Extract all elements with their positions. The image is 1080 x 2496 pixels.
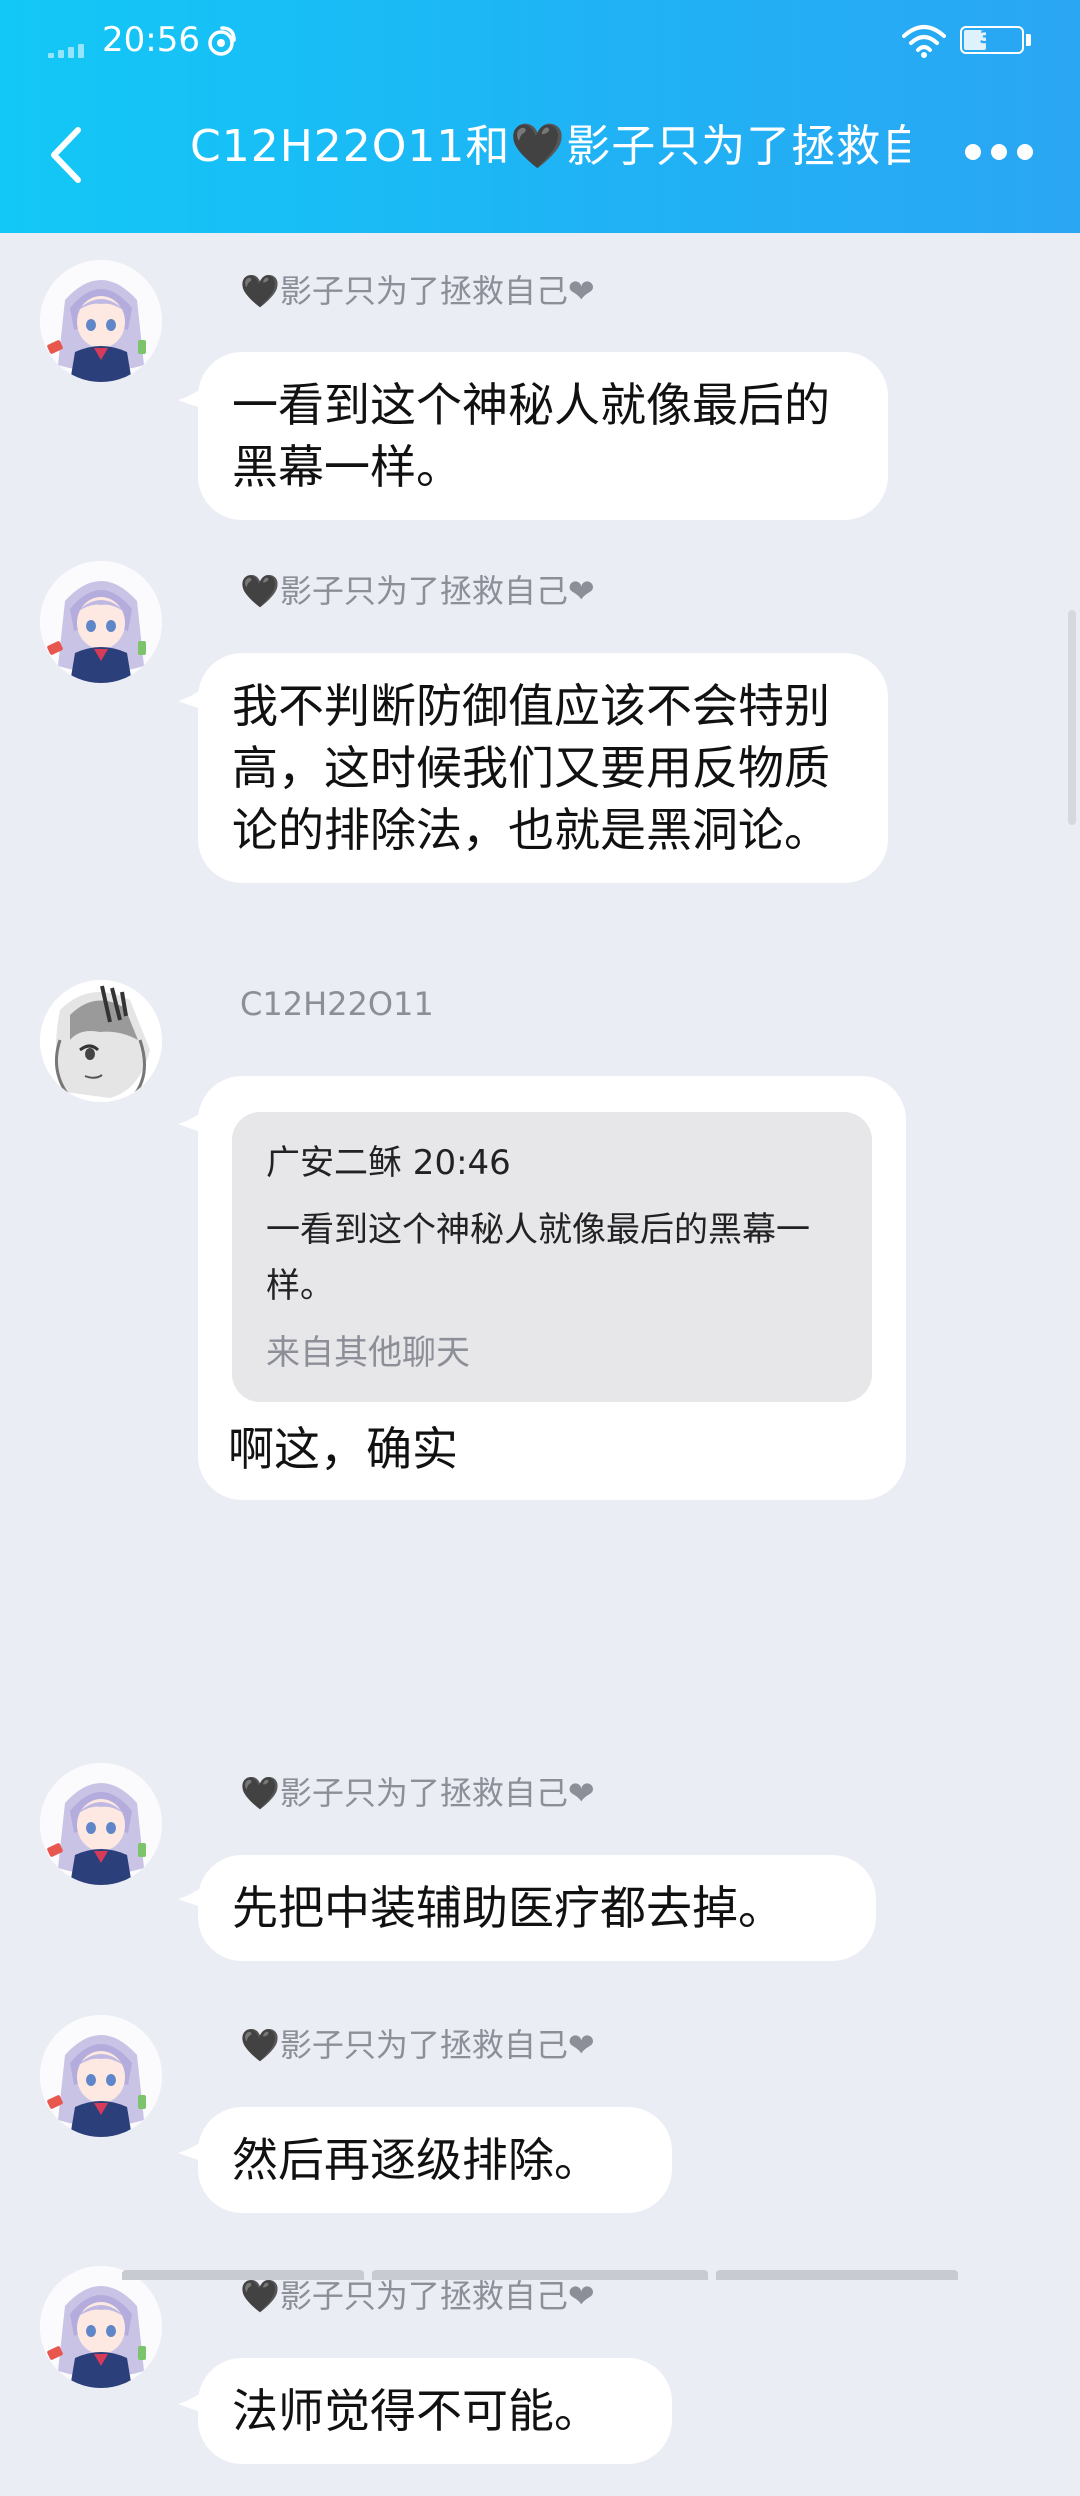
message-bubble[interactable]: 一看到这个神秘人就像最后的黑幕一样。 (198, 352, 888, 520)
message-item: C12H22O11 广安二稣 20:46 一看到这个神秘人就像最后的黑幕一样。 … (0, 980, 1080, 1740)
sender-name: 🖤影子只为了拯救自己❤ (240, 272, 595, 310)
avatar[interactable] (40, 260, 162, 382)
wifi-icon (902, 25, 946, 58)
message-bubble[interactable]: 法师觉得不可能。 (198, 2358, 672, 2464)
message-item: 🖤影子只为了拯救自己❤ 然后再逐级排除。 (0, 2015, 1080, 2245)
battery-tip (1026, 34, 1031, 46)
message-bubble[interactable]: 广安二稣 20:46 一看到这个神秘人就像最后的黑幕一样。 来自其他聊天 啊这，… (198, 1076, 906, 1500)
status-time: 20:56 (102, 20, 200, 60)
battery-level: 37 (979, 27, 1005, 48)
avatar[interactable] (40, 1763, 162, 1885)
input-bar-edge (372, 2270, 708, 2280)
chat-title[interactable]: C12H22O11和🖤影子只为了拯救自 (190, 110, 910, 174)
message-item: 🖤影子只为了拯救自己❤ 先把中装辅助医疗都去掉。 (0, 1763, 1080, 1993)
weibo-icon (208, 26, 236, 56)
signal-icon (48, 42, 92, 58)
chat-header: 20:56 37 C12H22O11和🖤影子只为了拯救自 (0, 0, 1080, 233)
quote-header: 广安二稣 20:46 (266, 1143, 511, 1183)
quoted-message[interactable]: 广安二稣 20:46 一看到这个神秘人就像最后的黑幕一样。 来自其他聊天 (232, 1112, 872, 1402)
message-item: 🖤影子只为了拯救自己❤ 我不判断防御值应该不会特别高，这时候我们又要用反物质论的… (0, 561, 1080, 961)
message-item: 🖤影子只为了拯救自己❤ 一看到这个神秘人就像最后的黑幕一样。 (0, 260, 1080, 530)
reply-text: 啊这，确实 (228, 1422, 458, 1476)
sender-name: 🖤影子只为了拯救自己❤ (240, 2026, 595, 2064)
more-dots-icon (965, 144, 981, 160)
input-bar-edge (716, 2270, 958, 2280)
quote-text: 一看到这个神秘人就像最后的黑幕一样。 (266, 1210, 810, 1306)
message-list[interactable]: 🖤影子只为了拯救自己❤ 一看到这个神秘人就像最后的黑幕一样。 🖤影子只为了拯救自… (0, 233, 1080, 2464)
sender-name: 🖤影子只为了拯救自己❤ (240, 1774, 595, 1812)
avatar[interactable] (40, 2015, 162, 2137)
battery-icon: 37 (960, 26, 1024, 54)
message-bubble[interactable]: 然后再逐级排除。 (198, 2107, 672, 2213)
sender-name: 🖤影子只为了拯救自己❤ (240, 572, 595, 610)
more-button[interactable] (965, 140, 1035, 160)
message-bubble[interactable]: 我不判断防御值应该不会特别高，这时候我们又要用反物质论的排除法，也就是黑洞论。 (198, 653, 888, 883)
avatar[interactable] (40, 2266, 162, 2388)
scrollbar[interactable] (1068, 610, 1076, 825)
avatar[interactable] (40, 561, 162, 683)
back-button[interactable] (40, 120, 90, 190)
message-item: 🖤影子只为了拯救自己❤ 法师觉得不可能。 (0, 2266, 1080, 2496)
sender-name: C12H22O11 (240, 985, 434, 1023)
message-bubble[interactable]: 先把中装辅助医疗都去掉。 (198, 1855, 876, 1961)
status-bar: 20:56 37 (0, 0, 1080, 82)
avatar[interactable] (40, 980, 162, 1102)
input-bar-edge (122, 2270, 364, 2280)
chevron-left-icon (51, 127, 81, 183)
quote-source: 来自其他聊天 (266, 1333, 470, 1373)
